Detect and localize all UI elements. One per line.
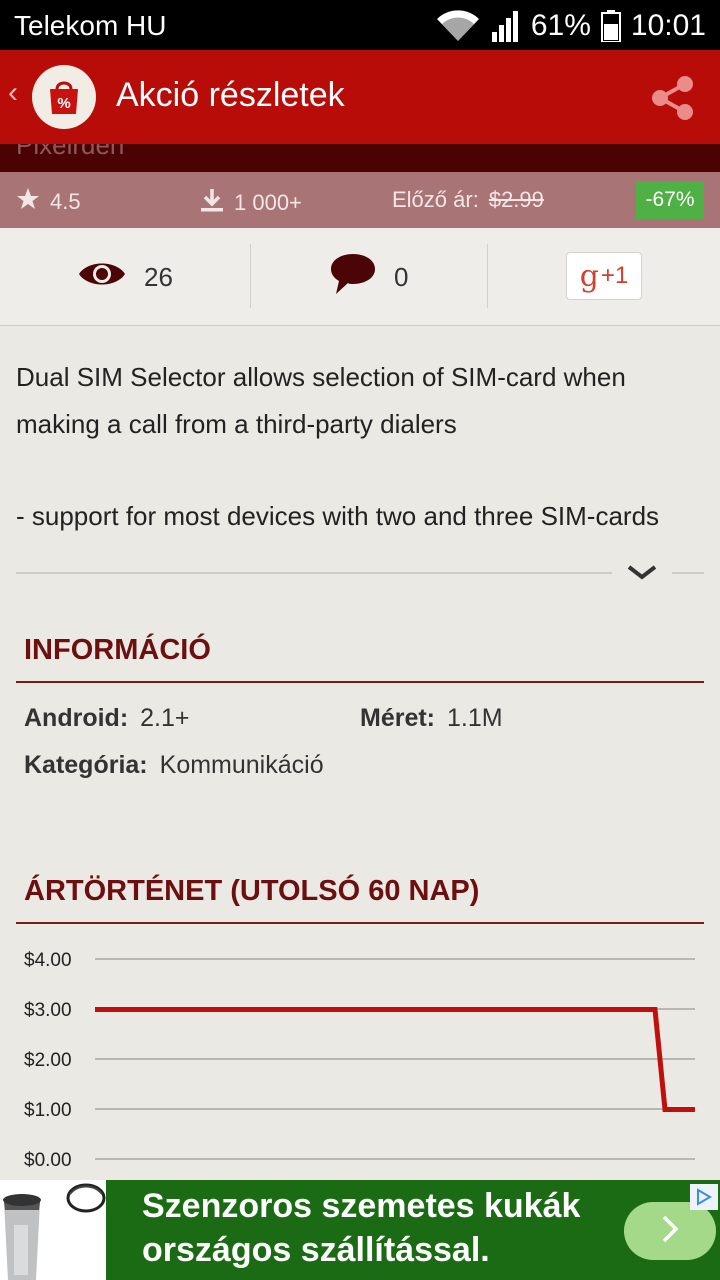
y-tick-label: $3.00 xyxy=(24,1000,72,1021)
ad-banner[interactable]: Szenzoros szemetes kukák országos szállí… xyxy=(0,1180,720,1280)
y-tick-label: $4.00 xyxy=(24,950,72,971)
views-count: 26 xyxy=(144,261,173,292)
y-tick-label: $2.00 xyxy=(24,1050,72,1071)
category-label: Kategória: xyxy=(24,751,148,779)
clock: 10:01 xyxy=(630,9,706,42)
info-section-title: INFORMÁCIÓ xyxy=(24,634,211,666)
battery-percent: 61% xyxy=(530,9,591,42)
y-tick-label: $0.00 xyxy=(24,1150,72,1171)
signal-icon xyxy=(491,10,521,42)
description-fade xyxy=(0,530,720,570)
adchoices-icon[interactable] xyxy=(690,1184,718,1210)
downloads-value: 1 000+ xyxy=(234,190,302,215)
svg-text:%: % xyxy=(57,95,70,112)
downloads: 1 000+ xyxy=(200,187,302,219)
download-icon xyxy=(200,187,224,219)
android-version: Android: 2.1+ xyxy=(24,704,190,733)
status-bar: Telekom HU 61% 10:01 xyxy=(0,0,720,50)
android-label: Android: xyxy=(24,704,129,732)
section-divider xyxy=(16,922,704,924)
google-plus-one-button[interactable]: g +1 xyxy=(566,252,642,300)
divider xyxy=(487,244,488,308)
app-bar: ‹ % Akció részletek xyxy=(0,50,720,144)
ad-cta-button[interactable] xyxy=(624,1202,716,1260)
plus-one-label: +1 xyxy=(600,262,629,289)
size-label: Méret: xyxy=(360,704,436,732)
wifi-icon xyxy=(435,9,481,43)
comments[interactable]: 0 xyxy=(330,228,408,326)
size-value: 1.1M xyxy=(447,704,503,732)
chevron-right-icon xyxy=(659,1214,681,1249)
share-icon[interactable] xyxy=(646,72,698,124)
previous-price-label: Előző ár: xyxy=(392,187,479,212)
ad-headline: Szenzoros szemetes kukák xyxy=(142,1187,581,1225)
price-history-title: ÁRTÖRTÉNET (UTOLSÓ 60 NAP) xyxy=(24,875,480,907)
divider xyxy=(672,572,704,574)
developer-name: Pixelrden xyxy=(16,144,125,160)
header-shadow: Pixelrden xyxy=(0,144,720,172)
y-tick-label: $1.00 xyxy=(24,1100,72,1121)
discount-badge: -67% xyxy=(636,181,704,219)
stats-bar: 4.5 1 000+ Előző ár: $2.99 -67% xyxy=(0,172,720,228)
comment-icon xyxy=(330,252,376,303)
expand-chevron-icon[interactable] xyxy=(622,558,662,588)
app-category: Kategória: Kommunikáció xyxy=(24,751,324,780)
rating-value: 4.5 xyxy=(50,189,81,214)
page-title: Akció részletek xyxy=(116,76,345,114)
category-value: Kommunikáció xyxy=(159,751,324,779)
section-divider xyxy=(16,681,704,683)
views: 26 xyxy=(78,228,173,326)
previous-price-value: $2.99 xyxy=(488,187,544,212)
ad-text[interactable]: Szenzoros szemetes kukák országos szállí… xyxy=(142,1184,580,1272)
ad-subline: országos szállítással. xyxy=(142,1231,490,1269)
divider xyxy=(250,244,251,308)
description-paragraph: Dual SIM Selector allows selection of SI… xyxy=(16,362,626,439)
carrier-name: Telekom HU xyxy=(14,10,167,41)
google-g-icon: g xyxy=(579,258,599,294)
price-chart-svg: $4.00 $3.00 $2.00 $1.00 $0.00 xyxy=(24,950,695,1171)
battery-icon xyxy=(600,10,621,42)
divider xyxy=(16,572,612,574)
back-chevron-icon[interactable]: ‹ xyxy=(8,78,18,108)
previous-price: Előző ár: $2.99 xyxy=(392,187,544,213)
engagement-row: 26 0 g +1 xyxy=(0,228,720,326)
star-icon xyxy=(16,187,40,217)
app-size: Méret: 1.1M xyxy=(360,704,503,733)
shopping-bag-percent-icon[interactable]: % xyxy=(32,65,96,129)
comments-count: 0 xyxy=(394,261,409,292)
android-value: 2.1+ xyxy=(140,704,190,732)
eye-icon xyxy=(78,259,126,296)
price-history-chart: $4.00 $3.00 $2.00 $1.00 $0.00 xyxy=(0,935,720,1180)
trash-can-image xyxy=(0,1180,106,1280)
rating: 4.5 xyxy=(16,187,81,217)
